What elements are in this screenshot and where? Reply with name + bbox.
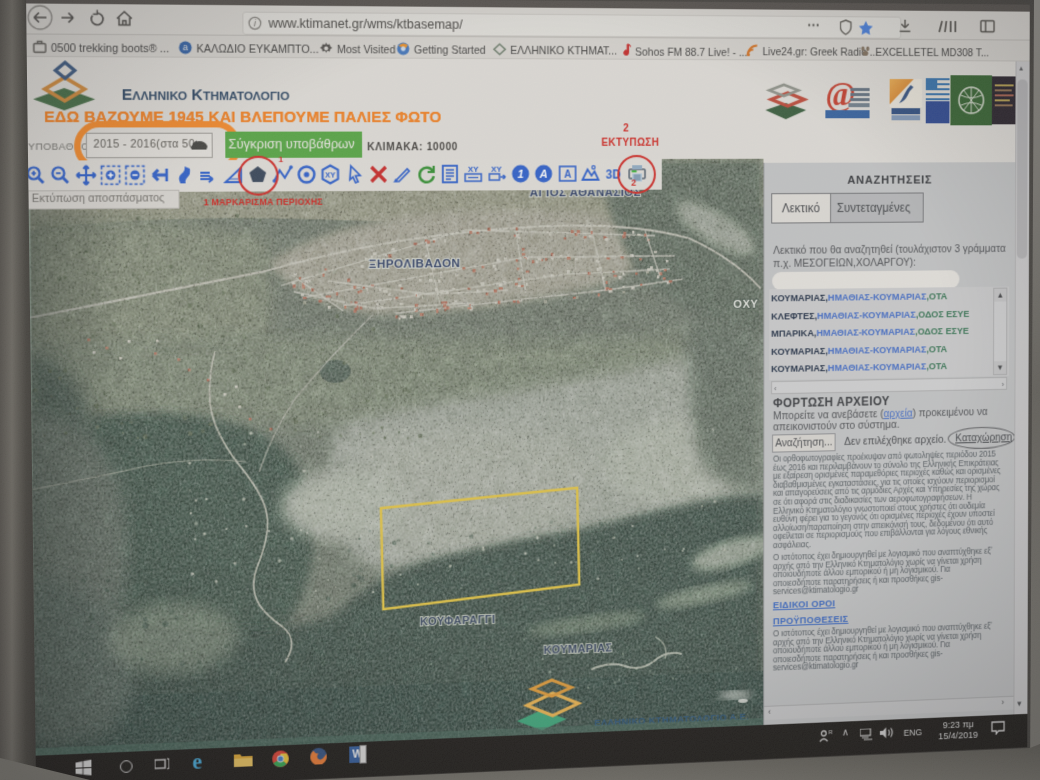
svg-text:XY: XY (325, 171, 336, 180)
svg-text:i: i (254, 19, 257, 30)
svg-text:XY: XY (491, 164, 502, 174)
svg-text:R: R (829, 729, 833, 736)
svg-text:a: a (183, 43, 189, 54)
svg-text:XY: XY (468, 164, 479, 174)
svg-text:A: A (539, 167, 548, 180)
svg-text:1: 1 (517, 167, 523, 180)
svg-text:A: A (564, 169, 571, 181)
svg-text:ΞΗΡΟΛΙΒΑΔΟΝ: ΞΗΡΟΛΙΒΑΔΟΝ (369, 256, 461, 270)
svg-text:ΚΟΥΦΑΡΑΓΓΙ: ΚΟΥΦΑΡΑΓΓΙ (420, 612, 496, 628)
svg-text:ΚΟΥΜΑΡΙΑΣ: ΚΟΥΜΑΡΙΑΣ (544, 641, 613, 657)
svg-text:ΟΧΥ: ΟΧΥ (733, 297, 758, 311)
